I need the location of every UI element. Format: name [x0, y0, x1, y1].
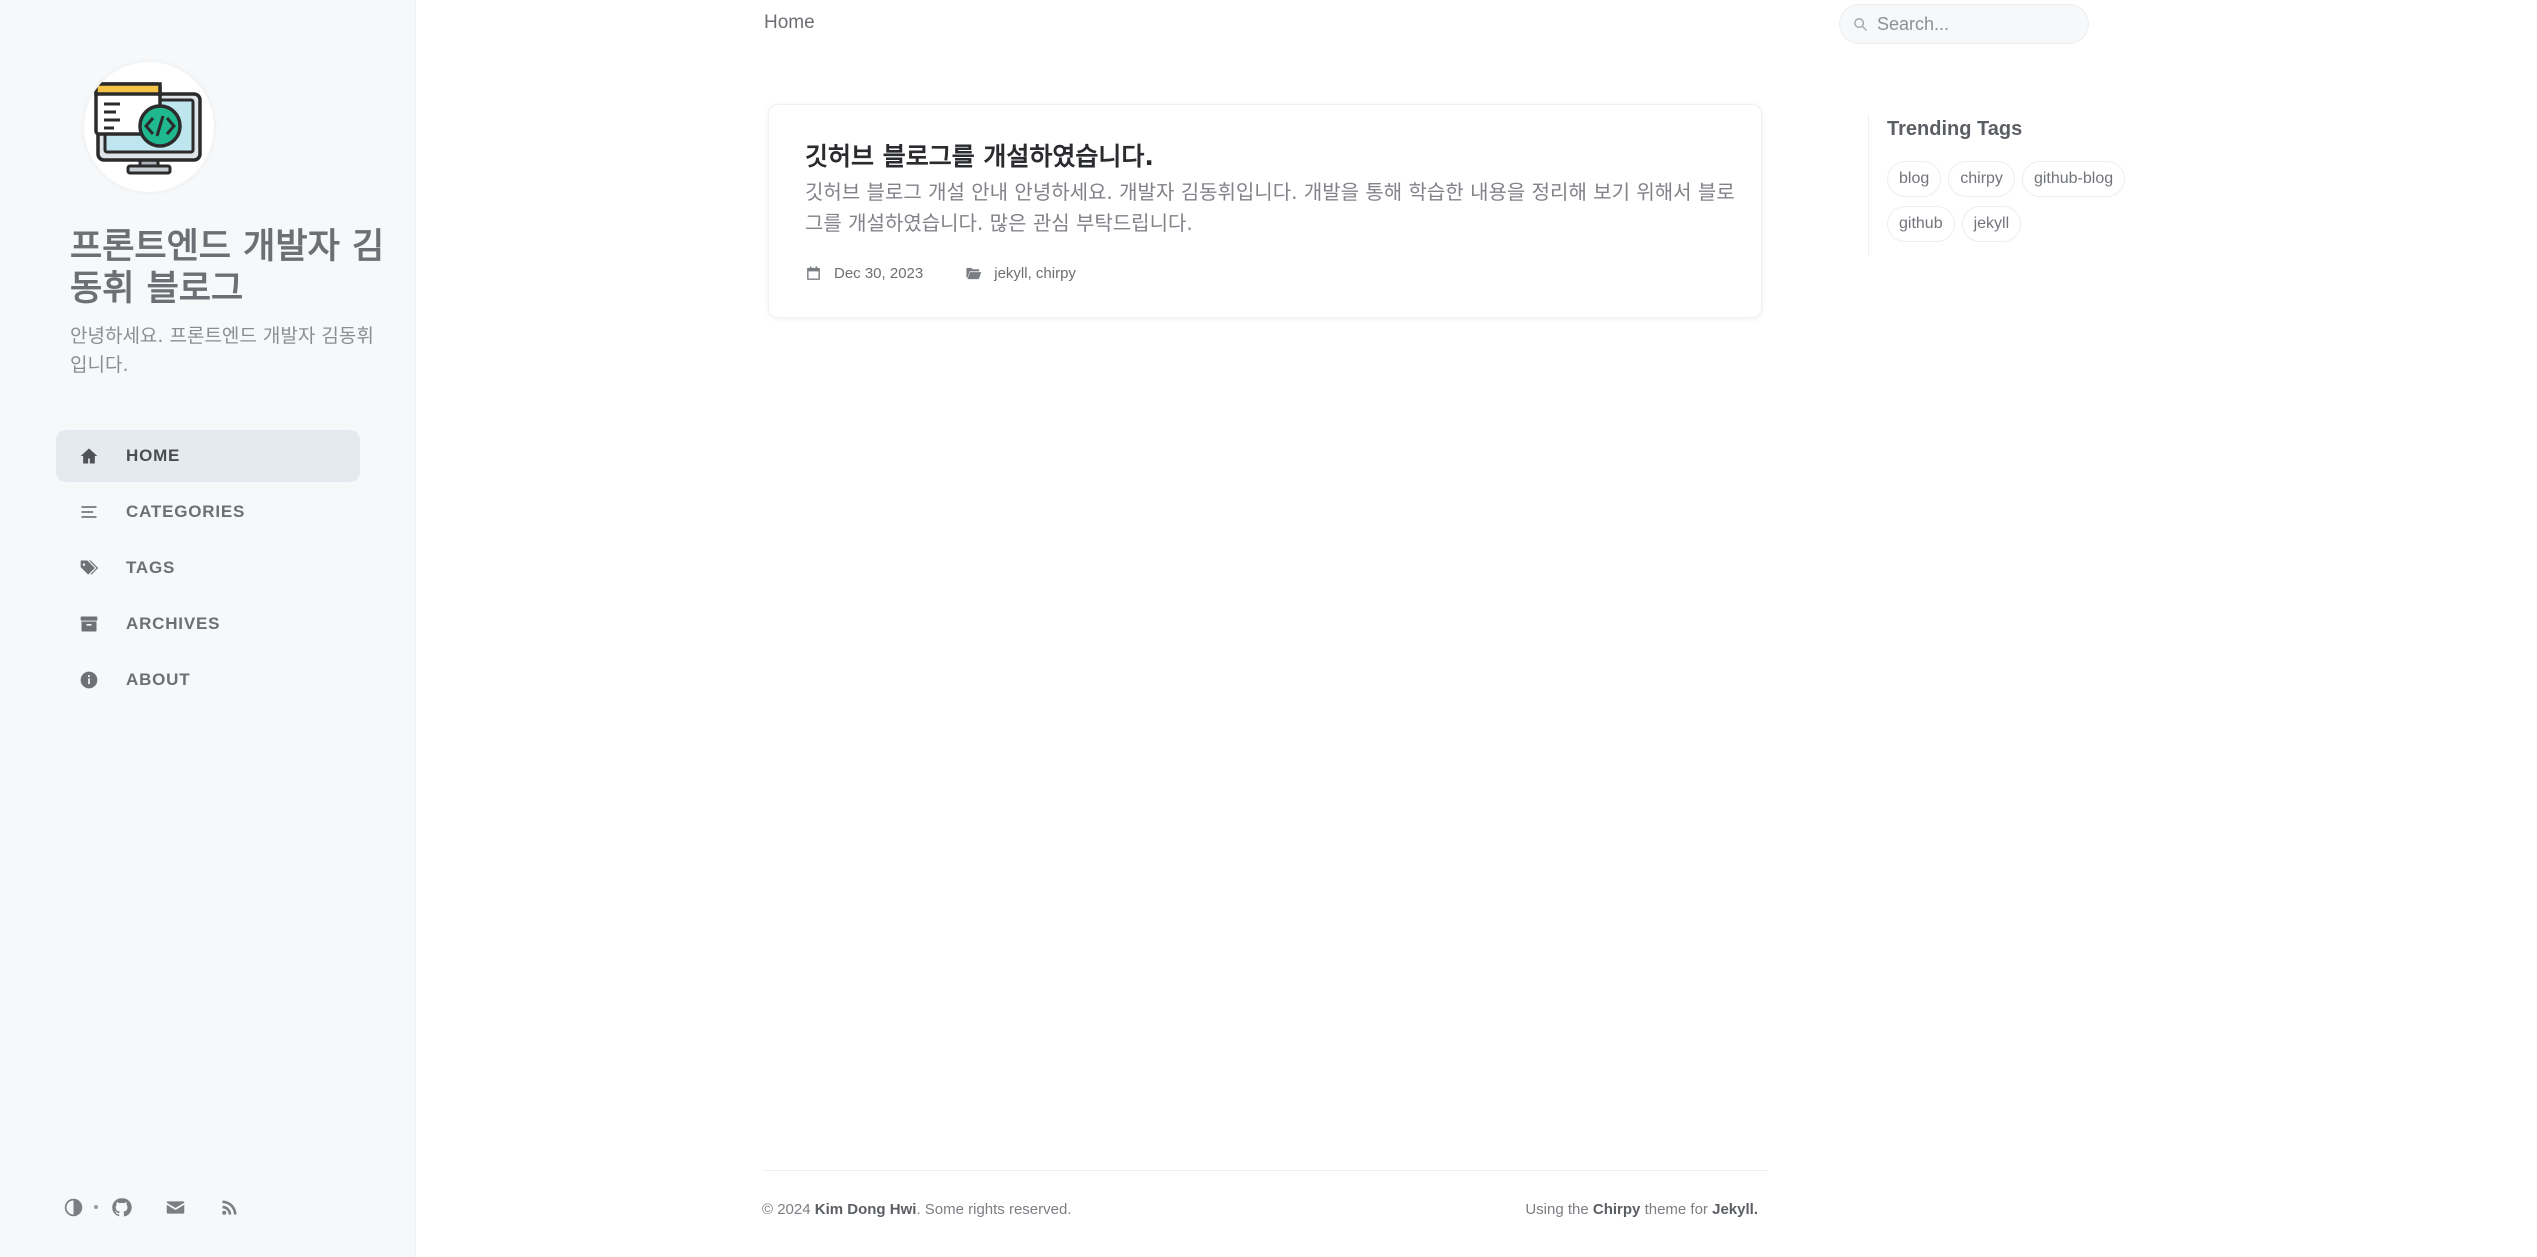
rss-icon: [221, 1200, 236, 1215]
theme-toggle-button[interactable]: [56, 1190, 90, 1224]
calendar-icon: [807, 266, 820, 280]
footer-using: Using the: [1525, 1201, 1589, 1218]
search-icon: [1854, 17, 1868, 31]
list-icon: [56, 486, 116, 538]
search-box[interactable]: [1839, 4, 2089, 44]
github-link[interactable]: [104, 1190, 138, 1224]
sidebar-item-label: ARCHIVES: [126, 614, 221, 633]
sidebar-item-categories[interactable]: CATEGORIES: [56, 486, 360, 538]
footer-copyright: © 2024 Kim Dong Hwi. Some rights reserve…: [762, 1201, 1072, 1218]
search-input[interactable]: [1877, 13, 2067, 35]
sidebar: 프론트엔드 개발자 김동휘 블로그 안녕하세요. 프론트엔드 개발자 김동휘입니…: [0, 0, 416, 1257]
tag-github-blog[interactable]: github-blog: [2021, 161, 2126, 197]
archive-icon: [56, 598, 116, 650]
theme-toggle-icon: [64, 1198, 82, 1216]
avatar[interactable]: [84, 62, 214, 192]
sidebar-item-label: ABOUT: [126, 670, 191, 689]
tag-jekyll[interactable]: jekyll: [1961, 206, 2022, 242]
rss-link[interactable]: [212, 1190, 246, 1224]
sidebar-item-about[interactable]: ABOUT: [56, 654, 360, 706]
info-icon: [56, 654, 116, 706]
sidebar-item-label: TAGS: [126, 558, 176, 577]
tag-list: blog chirpy github-blog github jekyll: [1887, 161, 2137, 251]
post-categories: jekyll, chirpy: [994, 265, 1076, 282]
post-title[interactable]: 깃허브 블로그를 개설하였습니다.: [805, 137, 1154, 173]
post-card[interactable]: 깃허브 블로그를 개설하였습니다. 깃허브 블로그 개설 안내 안녕하세요. 개…: [768, 104, 1762, 318]
email-icon: [166, 1200, 184, 1214]
sidebar-item-archives[interactable]: ARCHIVES: [56, 598, 360, 650]
tag-chirpy[interactable]: chirpy: [1948, 161, 2015, 197]
post-meta: Dec 30, 2023 jekyll, chirpy: [805, 265, 1076, 282]
tag-github[interactable]: github: [1887, 206, 1955, 242]
tag-blog[interactable]: blog: [1887, 161, 1942, 197]
copyright-year: © 2024: [762, 1201, 811, 1218]
post-date: Dec 30, 2023: [834, 265, 924, 282]
chirpy-theme-link[interactable]: Chirpy: [1593, 1201, 1641, 1218]
sidebar-item-label: CATEGORIES: [126, 502, 246, 521]
separator-dot: [94, 1205, 98, 1209]
sidebar-item-label: HOME: [126, 446, 181, 465]
email-link[interactable]: [158, 1190, 192, 1224]
site-subtitle: 안녕하세요. 프론트엔드 개발자 김동휘입니다.: [70, 325, 374, 376]
sidebar-item-home[interactable]: HOME: [56, 430, 360, 482]
footer-credits: Using the Chirpy theme for Jekyll.: [1525, 1201, 1758, 1218]
footer-rights: . Some rights reserved.: [916, 1201, 1072, 1218]
footer-period: .: [1753, 1201, 1758, 1218]
github-icon: [111, 1197, 132, 1216]
site-title[interactable]: 프론트엔드 개발자 김동휘 블로그: [70, 226, 400, 310]
sidebar-bottom-links: [56, 1190, 246, 1224]
jekyll-link[interactable]: Jekyll: [1712, 1201, 1754, 1218]
footer-author: Kim Dong Hwi: [814, 1201, 917, 1218]
footer: © 2024 Kim Dong Hwi. Some rights reserve…: [762, 1170, 1768, 1240]
sidebar-item-tags[interactable]: TAGS: [56, 542, 360, 594]
code-monitor-logo-icon: [84, 62, 214, 192]
sidebar-nav: HOME CATEGORIES TAGS ARCHIVES ABOUT: [56, 430, 360, 710]
home-icon: [56, 430, 116, 482]
post-excerpt: 깃허브 블로그 개설 안내 안녕하세요. 개발자 김동휘입니다. 개발을 통해 …: [805, 180, 1735, 235]
topbar: Home: [416, 0, 2537, 48]
tags-icon: [56, 542, 116, 594]
folder-open-icon: [966, 267, 982, 280]
footer-theme-for: theme for: [1644, 1201, 1708, 1218]
trending-tags-heading: Trending Tags: [1887, 118, 2023, 140]
trending-tags-panel: Trending Tags blog chirpy github-blog gi…: [1868, 114, 2148, 256]
breadcrumb: Home: [764, 12, 815, 33]
